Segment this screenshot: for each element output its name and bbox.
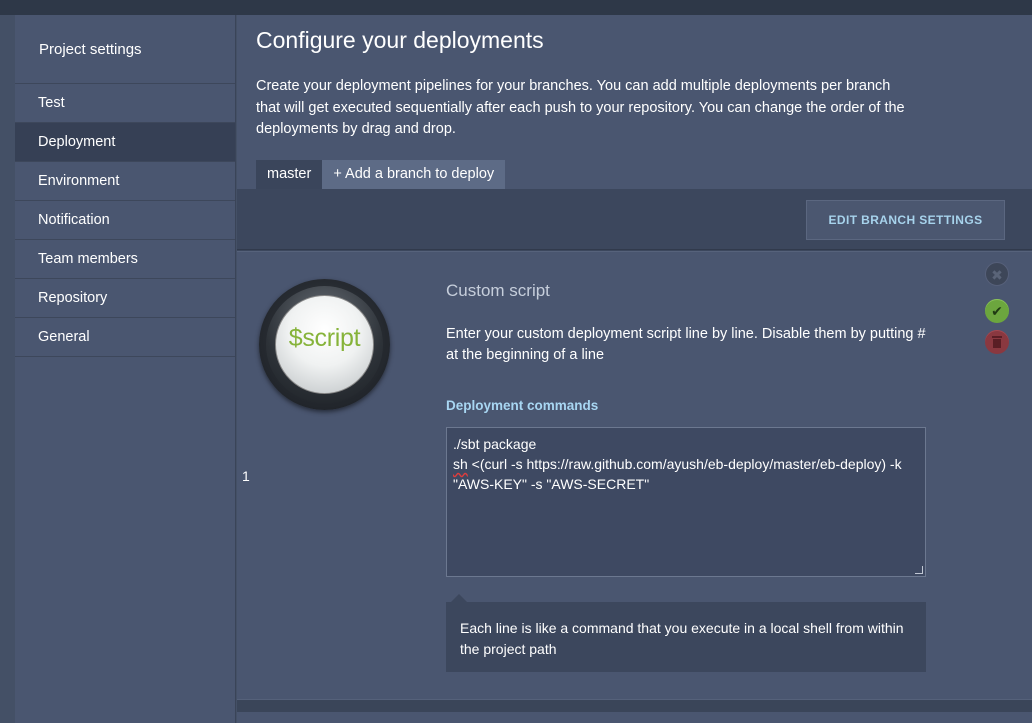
tab-master[interactable]: master: [256, 160, 323, 189]
command-line-1: ./sbt package: [453, 436, 537, 452]
sidebar-item-environment[interactable]: Environment: [15, 162, 235, 201]
deployment-title: Custom script: [446, 281, 550, 300]
trash-icon-glyph: [992, 336, 1002, 348]
top-bar: [0, 0, 1032, 15]
deployment-description: Enter your custom deployment script line…: [446, 326, 926, 363]
script-logo: $script: [259, 279, 390, 410]
commands-label: Deployment commands: [446, 398, 599, 413]
sidebar-item-test[interactable]: Test: [15, 84, 235, 123]
hint-arrow: [451, 594, 467, 602]
check-icon[interactable]: ✔: [985, 299, 1009, 323]
command-spellcheck-flag: sh: [453, 456, 468, 472]
sidebar-item-team-members[interactable]: Team members: [15, 240, 235, 279]
sidebar-title: Project settings: [15, 15, 235, 84]
add-branch-tab[interactable]: + Add a branch to deploy: [322, 160, 506, 189]
sidebar-item-deployment[interactable]: Deployment: [15, 123, 235, 162]
sidebar-item-notification[interactable]: Notification: [15, 201, 235, 240]
edit-branch-settings-button[interactable]: EDIT BRANCH SETTINGS: [806, 200, 1005, 240]
deployment-step-number: 1: [242, 468, 250, 484]
sidebar-item-general[interactable]: General: [15, 318, 235, 357]
sidebar: Project settings Test Deployment Environ…: [15, 15, 236, 723]
panel-footer: [237, 699, 1032, 712]
branch-toolbar: EDIT BRANCH SETTINGS: [237, 189, 1032, 250]
resize-grip-icon[interactable]: [915, 566, 923, 574]
commands-hint: Each line is like a command that you exe…: [446, 602, 926, 672]
deployment-commands-textarea[interactable]: ./sbt package sh <(curl -s https://raw.g…: [446, 427, 926, 577]
script-logo-text: $script: [288, 324, 361, 352]
branch-tabs: master + Add a branch to deploy: [256, 160, 506, 190]
trash-icon[interactable]: [985, 330, 1009, 354]
page-title: Configure your deployments: [256, 27, 544, 53]
close-icon[interactable]: ✖: [985, 262, 1009, 286]
command-line-2: <(curl -s https://raw.github.com/ayush/e…: [453, 456, 906, 492]
sidebar-item-repository[interactable]: Repository: [15, 279, 235, 318]
intro-text: Create your deployment pipelines for you…: [256, 78, 905, 137]
